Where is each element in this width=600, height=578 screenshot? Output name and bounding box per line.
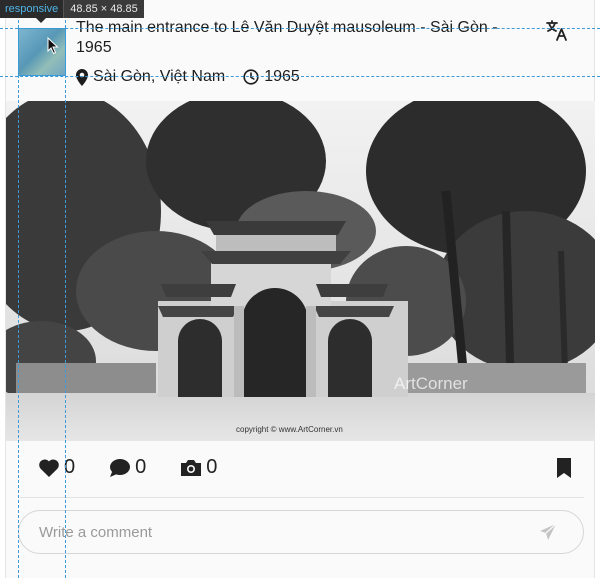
devtools-tooltip-arrow — [36, 18, 46, 23]
divider — [20, 497, 584, 498]
translate-icon — [546, 20, 567, 41]
paper-plane-icon — [540, 523, 557, 540]
devtools-tooltip: responsive 48.85 × 48.85 — [0, 0, 144, 18]
bookmark-button[interactable] — [556, 458, 572, 483]
photo-watermark: copyright © www.ArtCorner.vn — [236, 425, 343, 434]
map-pin-icon — [76, 68, 88, 86]
post-location[interactable]: Sài Gòn, Việt Nam — [76, 68, 225, 86]
bookmark-icon — [557, 458, 571, 478]
devtools-element-dims: 48.85 × 48.85 — [63, 0, 144, 18]
guide-line — [65, 0, 66, 578]
mausoleum-gate-photo: ArtCorner — [6, 101, 595, 441]
heart-icon — [39, 459, 59, 477]
guide-line — [0, 28, 600, 29]
post-date[interactable]: 1965 — [243, 68, 300, 86]
translate-button[interactable] — [545, 18, 569, 42]
camera-icon — [181, 460, 202, 476]
comment-button[interactable]: 0 — [109, 456, 146, 479]
location-label: Sài Gòn, Việt Nam — [93, 68, 226, 85]
year-label: 1965 — [264, 68, 300, 85]
post-meta: Sài Gòn, Việt Nam 1965 — [76, 68, 318, 86]
comment-input[interactable] — [39, 523, 519, 541]
post-photo[interactable]: ArtCorner copyright © www.ArtCorner.vn — [6, 101, 595, 441]
like-button[interactable]: 0 — [38, 456, 75, 479]
photo-count: 0 — [206, 456, 218, 478]
comment-box — [18, 510, 584, 554]
photo-overlay-text: ArtCorner — [394, 374, 468, 393]
post-actions: 0 0 0 — [38, 456, 251, 479]
post-title: The main entrance to Lê Văn Duyệt mausol… — [76, 19, 498, 56]
devtools-element-tag: responsive — [0, 0, 64, 18]
guide-line — [18, 0, 19, 578]
send-button[interactable] — [539, 523, 557, 546]
comment-count: 0 — [135, 456, 147, 478]
mouse-cursor-icon — [47, 37, 59, 55]
guide-line — [0, 76, 600, 77]
speech-bubble-icon — [110, 458, 131, 477]
photo-button[interactable]: 0 — [180, 456, 217, 479]
clock-icon — [243, 69, 259, 85]
